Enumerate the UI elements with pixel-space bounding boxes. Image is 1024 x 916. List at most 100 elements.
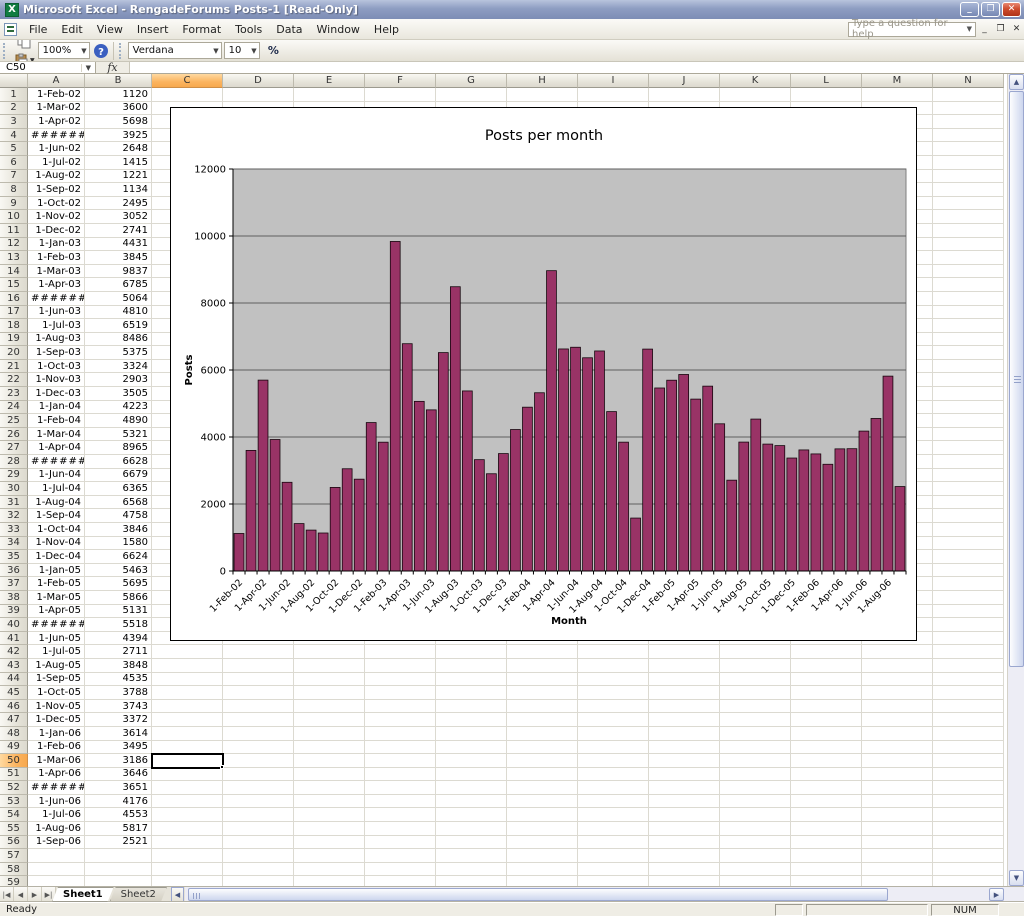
column-header-F[interactable]: F bbox=[365, 74, 436, 88]
bar-1-Oct-02[interactable] bbox=[330, 487, 340, 571]
row-header-23[interactable]: 23 bbox=[0, 387, 28, 401]
cell-H51[interactable] bbox=[507, 768, 578, 782]
cell-C49[interactable] bbox=[152, 741, 223, 755]
cell-N59[interactable] bbox=[933, 876, 1004, 886]
cell-N3[interactable] bbox=[933, 115, 1004, 129]
bar-1-Sep-03[interactable] bbox=[462, 391, 472, 571]
row-header-19[interactable]: 19 bbox=[0, 333, 28, 347]
cell-N5[interactable] bbox=[933, 142, 1004, 156]
cell-A14[interactable]: 1-Mar-03 bbox=[28, 265, 85, 279]
row-header-35[interactable]: 35 bbox=[0, 550, 28, 564]
cell-J59[interactable] bbox=[649, 876, 720, 886]
cell-A57[interactable] bbox=[28, 849, 85, 863]
cell-N19[interactable] bbox=[933, 333, 1004, 347]
cell-B38[interactable]: 5866 bbox=[85, 591, 152, 605]
cell-I46[interactable] bbox=[578, 700, 649, 714]
cell-N6[interactable] bbox=[933, 156, 1004, 170]
row-header-51[interactable]: 51 bbox=[0, 768, 28, 782]
row-header-2[interactable]: 2 bbox=[0, 102, 28, 116]
bar-1-Nov-02[interactable] bbox=[342, 469, 352, 571]
cell-H56[interactable] bbox=[507, 836, 578, 850]
cell-N47[interactable] bbox=[933, 713, 1004, 727]
cell-E54[interactable] bbox=[294, 808, 365, 822]
cell-A52[interactable]: ###### bbox=[28, 781, 85, 795]
cell-A49[interactable]: 1-Feb-06 bbox=[28, 741, 85, 755]
cell-N14[interactable] bbox=[933, 265, 1004, 279]
column-header-M[interactable]: M bbox=[862, 74, 933, 88]
cell-A10[interactable]: 1-Nov-02 bbox=[28, 210, 85, 224]
row-header-52[interactable]: 52 bbox=[0, 781, 28, 795]
cell-B35[interactable]: 6624 bbox=[85, 550, 152, 564]
cell-I47[interactable] bbox=[578, 713, 649, 727]
cell-I43[interactable] bbox=[578, 659, 649, 673]
bar-1-Feb-05[interactable] bbox=[667, 380, 677, 571]
cell-A59[interactable] bbox=[28, 876, 85, 886]
cell-G43[interactable] bbox=[436, 659, 507, 673]
menu-tools[interactable]: Tools bbox=[228, 20, 269, 39]
cell-K52[interactable] bbox=[720, 781, 791, 795]
cell-C45[interactable] bbox=[152, 686, 223, 700]
cell-A39[interactable]: 1-Apr-05 bbox=[28, 605, 85, 619]
cell-B26[interactable]: 5321 bbox=[85, 428, 152, 442]
cell-A4[interactable]: ###### bbox=[28, 129, 85, 143]
bar-1-Apr-03[interactable] bbox=[402, 344, 412, 571]
cell-N51[interactable] bbox=[933, 768, 1004, 782]
selected-cell-C50[interactable] bbox=[151, 753, 224, 769]
cell-I57[interactable] bbox=[578, 849, 649, 863]
row-header-45[interactable]: 45 bbox=[0, 686, 28, 700]
row-header-5[interactable]: 5 bbox=[0, 142, 28, 156]
cell-B17[interactable]: 4810 bbox=[85, 306, 152, 320]
cell-G42[interactable] bbox=[436, 645, 507, 659]
menu-edit[interactable]: Edit bbox=[54, 20, 89, 39]
horizontal-scroll-thumb[interactable] bbox=[188, 888, 888, 901]
cell-L1[interactable] bbox=[791, 88, 862, 102]
cell-C54[interactable] bbox=[152, 808, 223, 822]
row-header-59[interactable]: 59 bbox=[0, 876, 28, 886]
cell-K51[interactable] bbox=[720, 768, 791, 782]
cell-N54[interactable] bbox=[933, 808, 1004, 822]
cell-H46[interactable] bbox=[507, 700, 578, 714]
cell-B29[interactable]: 6679 bbox=[85, 469, 152, 483]
cell-E1[interactable] bbox=[294, 88, 365, 102]
formula-input[interactable] bbox=[130, 62, 1024, 73]
cell-N40[interactable] bbox=[933, 618, 1004, 632]
row-header-8[interactable]: 8 bbox=[0, 183, 28, 197]
x-axis-title[interactable]: Month bbox=[551, 616, 587, 627]
column-header-J[interactable]: J bbox=[649, 74, 720, 88]
y-axis-title[interactable]: Posts bbox=[184, 355, 195, 386]
cell-G52[interactable] bbox=[436, 781, 507, 795]
cell-N43[interactable] bbox=[933, 659, 1004, 673]
cell-A9[interactable]: 1-Oct-02 bbox=[28, 197, 85, 211]
cell-C55[interactable] bbox=[152, 822, 223, 836]
cell-N53[interactable] bbox=[933, 795, 1004, 809]
bar-1-Jan-04[interactable] bbox=[510, 430, 520, 571]
cell-G44[interactable] bbox=[436, 673, 507, 687]
bar-1-Mar-02[interactable] bbox=[246, 450, 256, 571]
cell-E45[interactable] bbox=[294, 686, 365, 700]
cell-E49[interactable] bbox=[294, 741, 365, 755]
cell-N50[interactable] bbox=[933, 754, 1004, 768]
cell-B58[interactable] bbox=[85, 863, 152, 877]
row-header-46[interactable]: 46 bbox=[0, 700, 28, 714]
cell-H53[interactable] bbox=[507, 795, 578, 809]
cell-B54[interactable]: 4553 bbox=[85, 808, 152, 822]
cell-A1[interactable]: 1-Feb-02 bbox=[28, 88, 85, 102]
cell-B50[interactable]: 3186 bbox=[85, 754, 152, 768]
cell-N16[interactable] bbox=[933, 292, 1004, 306]
cell-B37[interactable]: 5695 bbox=[85, 577, 152, 591]
menu-data[interactable]: Data bbox=[269, 20, 309, 39]
cell-F45[interactable] bbox=[365, 686, 436, 700]
cell-F52[interactable] bbox=[365, 781, 436, 795]
insert-function-button[interactable]: fx bbox=[96, 62, 130, 73]
cell-B2[interactable]: 3600 bbox=[85, 102, 152, 116]
bar-1-Aug-05[interactable] bbox=[739, 442, 749, 571]
cell-N24[interactable] bbox=[933, 401, 1004, 415]
cell-D55[interactable] bbox=[223, 822, 294, 836]
cell-I49[interactable] bbox=[578, 741, 649, 755]
row-header-9[interactable]: 9 bbox=[0, 197, 28, 211]
chevron-down-icon[interactable]: ▼ bbox=[967, 25, 972, 33]
cell-N23[interactable] bbox=[933, 387, 1004, 401]
cell-C58[interactable] bbox=[152, 863, 223, 877]
cell-F43[interactable] bbox=[365, 659, 436, 673]
posts-per-month-chart[interactable]: 0200040006000800010000120001-Feb-021-Apr… bbox=[171, 108, 916, 640]
